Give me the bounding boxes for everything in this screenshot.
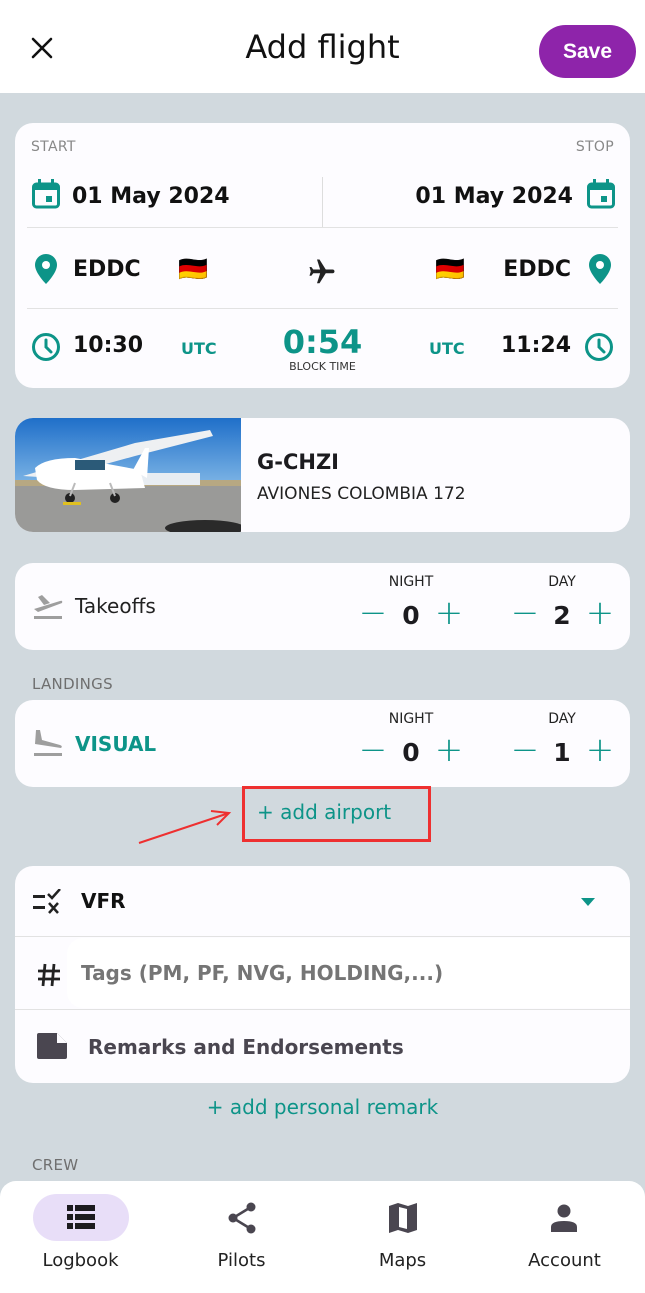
flight-rules-dropdown[interactable]: VFR xyxy=(15,866,630,936)
takeoffs-day-decrement-button[interactable]: − xyxy=(510,596,540,630)
add-personal-remark-link[interactable]: + add personal remark xyxy=(0,1095,645,1119)
takeoffs-night-decrement-button[interactable]: − xyxy=(358,596,388,630)
takeoffs-night-increment-button[interactable]: + xyxy=(434,596,464,630)
nav-label-account: Account xyxy=(528,1250,601,1271)
arrival-timezone: UTC xyxy=(429,339,465,358)
landings-night-value: 0 xyxy=(402,738,420,767)
stop-date: 01 May 2024 xyxy=(415,184,573,209)
calendar-icon xyxy=(32,179,60,209)
route-card: START STOP 01 May 2024 01 May 2024 EDDC … xyxy=(15,123,630,388)
nav-label-maps: Maps xyxy=(378,1250,427,1271)
aircraft-photo xyxy=(15,418,241,532)
landings-day-value: 1 xyxy=(553,738,571,767)
takeoffs-night-value: 0 xyxy=(402,601,420,630)
landings-section-label: LANDINGS xyxy=(32,675,113,693)
date-divider xyxy=(322,177,323,227)
rules-checklist-icon xyxy=(33,889,61,914)
arrival-airport-field[interactable]: EDDC xyxy=(487,241,573,301)
tags-input[interactable] xyxy=(67,938,630,1008)
divider xyxy=(15,936,630,937)
nav-item-maps[interactable]: Maps xyxy=(322,1181,483,1293)
remarks-field[interactable]: Remarks and Endorsements xyxy=(15,1010,630,1083)
takeoff-icon xyxy=(34,595,63,619)
landings-day-decrement-button[interactable]: − xyxy=(510,733,540,767)
bottom-navigation: Logbook Pilots Maps Account xyxy=(0,1181,645,1293)
arrival-flag: 🇩🇪 xyxy=(435,255,465,283)
remarks-label: Remarks and Endorsements xyxy=(88,1035,404,1059)
takeoffs-label: Takeoffs xyxy=(75,594,156,618)
dropdown-arrow-icon xyxy=(581,898,595,906)
start-label: START xyxy=(31,139,76,155)
takeoffs-day-value: 2 xyxy=(553,601,571,630)
save-button[interactable]: Save xyxy=(539,25,636,78)
list-icon xyxy=(67,1205,95,1229)
arrival-airport: EDDC xyxy=(503,257,571,282)
start-date-field[interactable]: 01 May 2024 xyxy=(15,169,320,227)
takeoffs-card: Takeoffs NIGHT − 0 + DAY − 2 + xyxy=(15,563,630,650)
nav-label-pilots: Pilots xyxy=(217,1250,266,1271)
aircraft-registration: G-CHZI xyxy=(257,450,339,474)
location-pin-icon xyxy=(589,254,611,284)
nav-item-account[interactable]: Account xyxy=(484,1181,645,1293)
stop-label: STOP xyxy=(575,139,614,155)
arrival-time-field[interactable]: 11:24 xyxy=(487,319,573,381)
crew-section-label: CREW xyxy=(32,1156,79,1174)
location-pin-icon xyxy=(35,254,57,284)
landings-day-label: DAY xyxy=(548,711,576,727)
divider xyxy=(27,308,618,309)
details-card: VFR Remarks and Endorsements xyxy=(15,866,630,1083)
landing-type-selector[interactable]: VISUAL xyxy=(75,732,156,756)
nav-item-pilots[interactable]: Pilots xyxy=(161,1181,322,1293)
arrival-time: 11:24 xyxy=(500,333,571,358)
landings-day-increment-button[interactable]: + xyxy=(585,733,615,767)
landings-card: VISUAL NIGHT − 0 + DAY − 1 + xyxy=(15,700,630,787)
departure-flag: 🇩🇪 xyxy=(178,255,208,283)
hashtag-icon xyxy=(38,963,60,987)
app-bar: Add flight Save xyxy=(0,0,645,93)
calendar-icon xyxy=(587,179,615,209)
nav-label-logbook: Logbook xyxy=(42,1250,119,1271)
start-date: 01 May 2024 xyxy=(72,184,230,209)
add-airport-link[interactable]: + add airport xyxy=(257,800,391,824)
landings-night-label: NIGHT xyxy=(388,711,434,727)
stop-date-field[interactable]: 01 May 2024 xyxy=(324,169,630,227)
nav-item-logbook[interactable]: Logbook xyxy=(0,1181,161,1293)
landing-icon xyxy=(34,730,62,756)
departure-airport-field[interactable]: EDDC xyxy=(71,241,157,301)
person-icon xyxy=(551,1204,577,1232)
clock-icon xyxy=(585,333,613,361)
aircraft-type: AVIONES COLOMBIA 172 xyxy=(257,484,466,504)
takeoffs-day-increment-button[interactable]: + xyxy=(585,596,615,630)
departure-airport: EDDC xyxy=(73,257,141,282)
takeoffs-day-label: DAY xyxy=(548,574,576,590)
aircraft-card[interactable]: G-CHZI AVIONES COLOMBIA 172 xyxy=(15,418,630,532)
divider xyxy=(27,227,618,228)
takeoffs-night-label: NIGHT xyxy=(388,574,434,590)
flight-rules-value: VFR xyxy=(81,889,126,913)
airplane-icon xyxy=(309,259,335,284)
landings-night-increment-button[interactable]: + xyxy=(434,733,464,767)
note-icon xyxy=(37,1033,67,1059)
annotation-arrow xyxy=(138,810,232,844)
landings-night-decrement-button[interactable]: − xyxy=(358,733,388,767)
share-icon xyxy=(228,1202,256,1234)
map-icon xyxy=(389,1203,417,1233)
